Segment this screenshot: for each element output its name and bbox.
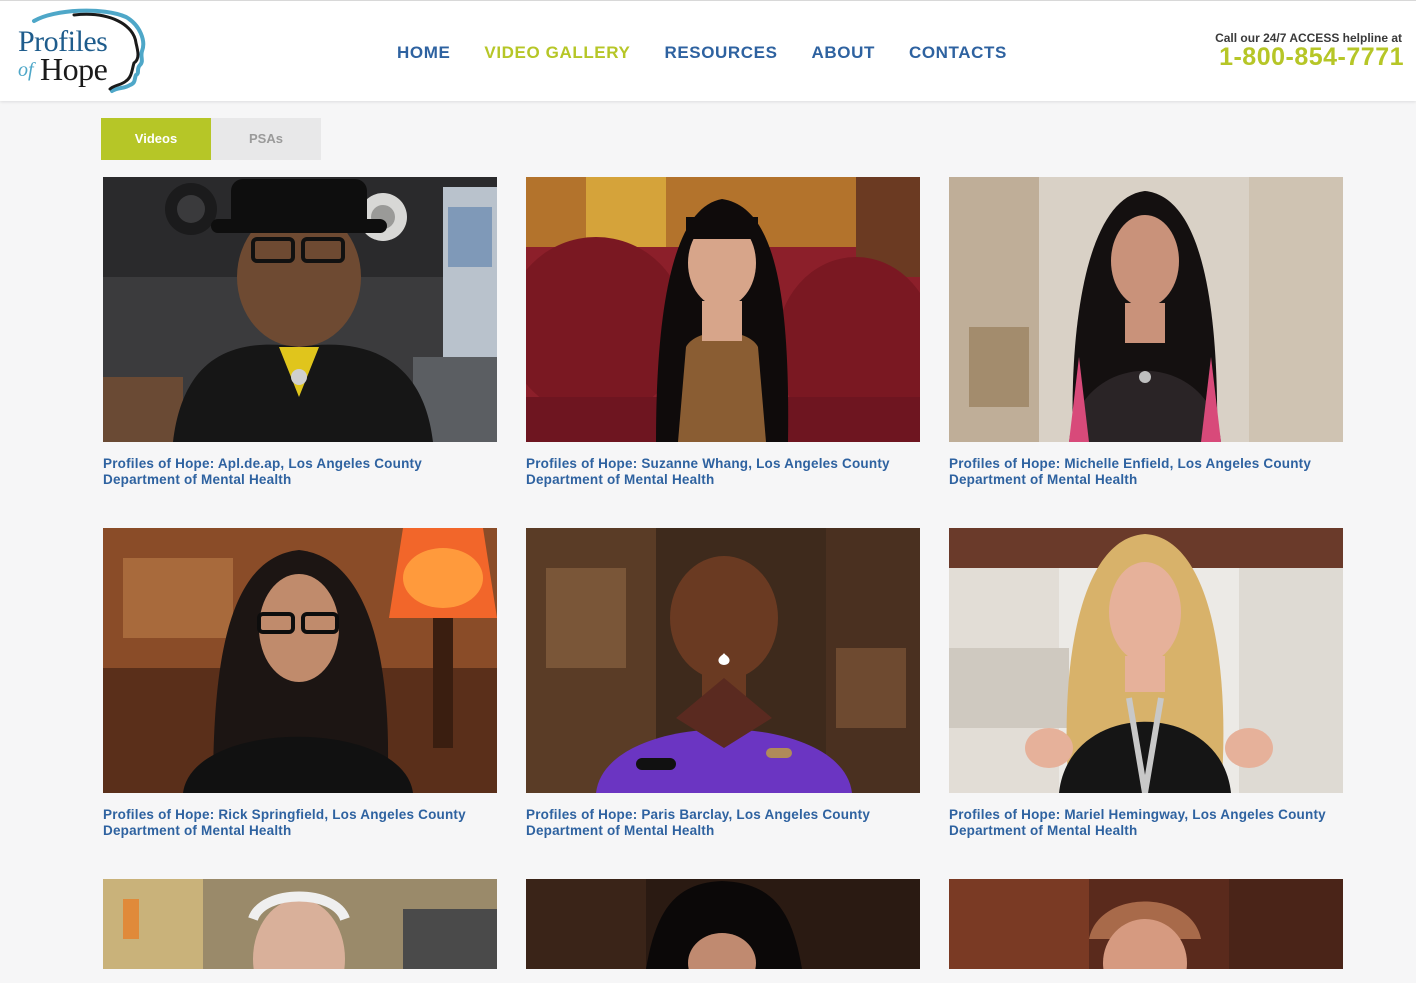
video-thumbnail[interactable]	[103, 177, 497, 442]
video-title-link[interactable]: Profiles of Hope: Apl.de.ap, Los Angeles…	[103, 456, 497, 488]
video-title-link[interactable]: Profiles of Hope: Michelle Enfield, Los …	[949, 456, 1343, 488]
nav-video-gallery[interactable]: VIDEO GALLERY	[467, 42, 647, 66]
video-title-link[interactable]: Profiles of Hope: Suzanne Whang, Los Ang…	[526, 456, 920, 488]
nav-about[interactable]: ABOUT	[795, 42, 892, 66]
video-thumbnail[interactable]	[949, 879, 1343, 969]
logo-word-hope: Hope	[40, 51, 108, 87]
video-thumbnail[interactable]	[949, 528, 1343, 793]
video-thumbnail[interactable]	[949, 177, 1343, 442]
video-thumbnail[interactable]	[526, 177, 920, 442]
profiles-of-hope-logo[interactable]: Profiles of Hope	[14, 7, 154, 95]
nav-contacts[interactable]: CONTACTS	[892, 42, 1024, 66]
site-header: Profiles of Hope HOME VIDEO GALLERY RESO…	[0, 0, 1416, 101]
tab-videos[interactable]: Videos	[101, 118, 211, 160]
video-card: Profiles of Hope: Suzanne Whang, Los Ang…	[526, 177, 920, 488]
video-card	[949, 879, 1343, 983]
helpline-number[interactable]: 1-800-854-7771	[1219, 43, 1404, 72]
video-thumbnail[interactable]	[103, 528, 497, 793]
video-title-link[interactable]: Profiles of Hope: Mariel Hemingway, Los …	[949, 807, 1343, 839]
video-card	[103, 879, 497, 983]
video-card: Profiles of Hope: Rick Springfield, Los …	[103, 528, 497, 839]
nav-resources[interactable]: RESOURCES	[647, 42, 794, 66]
tab-psas[interactable]: PSAs	[211, 118, 321, 160]
video-card: Profiles of Hope: Paris Barclay, Los Ang…	[526, 528, 920, 839]
video-title-link[interactable]: Profiles of Hope: Rick Springfield, Los …	[103, 807, 497, 839]
video-card	[526, 879, 920, 983]
video-thumbnail[interactable]	[103, 879, 497, 969]
gallery-tabs: Videos PSAs	[101, 118, 321, 160]
video-card: Profiles of Hope: Apl.de.ap, Los Angeles…	[103, 177, 497, 488]
video-thumbnail[interactable]	[526, 879, 920, 969]
nav-home[interactable]: HOME	[380, 42, 467, 66]
video-card: Profiles of Hope: Michelle Enfield, Los …	[949, 177, 1343, 488]
video-card: Profiles of Hope: Mariel Hemingway, Los …	[949, 528, 1343, 839]
video-thumbnail[interactable]	[526, 528, 920, 793]
main-navigation: HOME VIDEO GALLERY RESOURCES ABOUT CONTA…	[380, 42, 1024, 66]
logo-word-of: of	[18, 59, 34, 81]
video-title-link[interactable]: Profiles of Hope: Paris Barclay, Los Ang…	[526, 807, 920, 839]
